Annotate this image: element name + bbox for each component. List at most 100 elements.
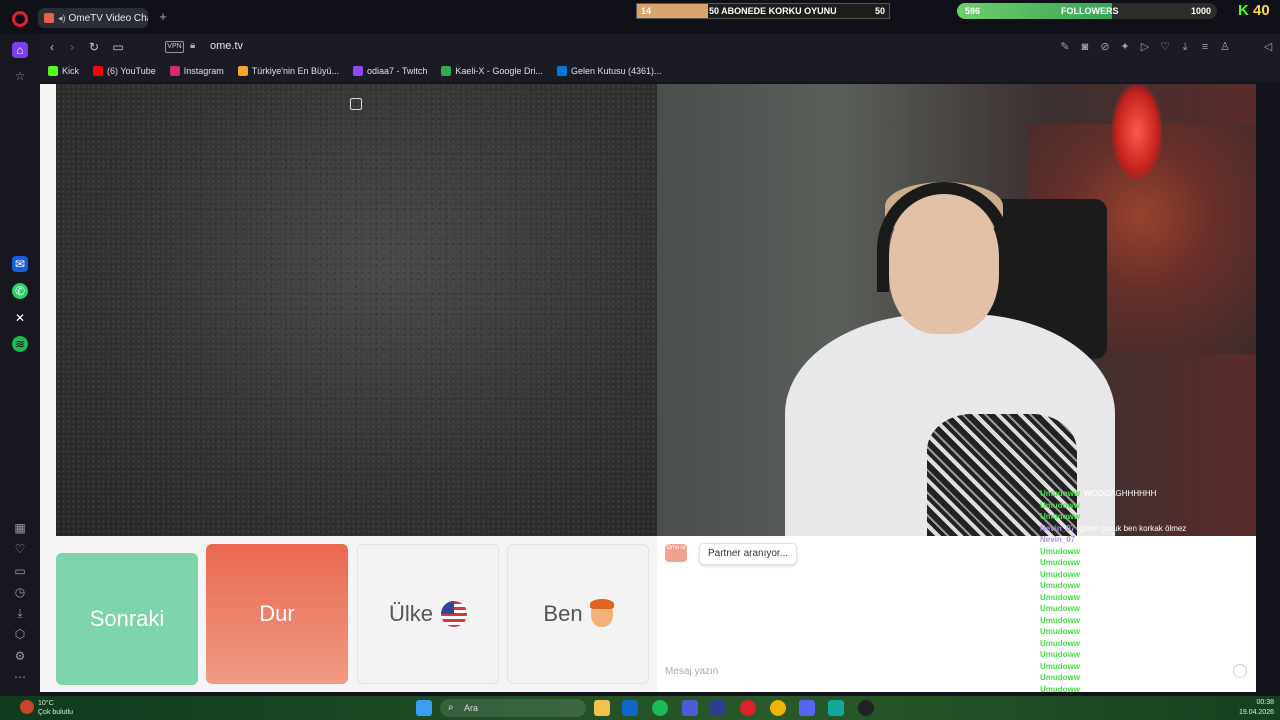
apps-grid-icon[interactable]: ▦ [12, 520, 28, 536]
chat-username: Umudoww [1040, 489, 1080, 498]
star-icon[interactable]: ☆ [12, 68, 28, 84]
message-input[interactable]: Mesaj yazın [665, 666, 718, 677]
adblock-icon[interactable]: ⊘ [1098, 40, 1112, 54]
app-icon[interactable] [682, 700, 698, 716]
menu-icon[interactable]: ≡ [1198, 40, 1212, 54]
back-arrow-icon[interactable]: ‹ [44, 39, 60, 55]
more-icon[interactable]: ⋯ [12, 669, 28, 685]
opera-taskbar-icon[interactable] [740, 700, 756, 716]
chat-username: Umudoww [1040, 604, 1080, 613]
messages-icon[interactable]: ▭ [12, 563, 28, 579]
chat-message: Umudoww İYİ Kİ SAĞIN OLSUN [1040, 569, 1256, 581]
whatsapp-icon[interactable]: ✆ [12, 283, 28, 299]
bookmark-item[interactable]: (6) YouTube [93, 66, 156, 76]
clock-time: 00:38 [1256, 699, 1274, 706]
app-icon[interactable] [828, 700, 844, 716]
bookmark-item[interactable]: Kick [48, 66, 79, 76]
chat-username: Nevin_07 [1040, 535, 1076, 544]
bookmark-favicon-icon [353, 66, 364, 76]
url-field[interactable]: ome.tv [210, 40, 243, 52]
clock-date: 19.04.2026 [1238, 709, 1274, 716]
bookmark-item[interactable]: Kaeli-X - Google Dri... [441, 66, 543, 76]
download-icon[interactable]: ⤓ [1178, 40, 1192, 54]
country-button[interactable]: Ülke [357, 544, 499, 684]
forward-arrow-icon[interactable]: › [64, 39, 80, 55]
subscriber-goal-bar: 14 50 ABONEDE KORKU OYUNU 50 [636, 3, 890, 19]
x-twitter-icon[interactable]: ✕ [12, 310, 28, 326]
extensions-icon[interactable]: ⬡ [12, 626, 28, 642]
bookmark-favicon-icon [441, 66, 452, 76]
chat-username: Nevin_07 [1040, 523, 1076, 533]
messenger-icon[interactable]: ✉ [12, 256, 28, 272]
new-tab-button[interactable]: + [156, 10, 170, 24]
chrome-icon[interactable] [770, 700, 786, 716]
lock-icon[interactable]: 🔒︎ [190, 40, 195, 51]
self-camera-video [657, 84, 1256, 536]
chat-username: Umudoww [1040, 627, 1080, 636]
store-icon[interactable] [622, 700, 638, 716]
taskbar-search[interactable]: Ara [440, 699, 586, 717]
ometv-favicon-icon [44, 13, 54, 23]
bookmark-favicon-icon [48, 66, 58, 76]
file-explorer-icon[interactable] [594, 700, 610, 716]
profile-icon[interactable]: ♙ [1218, 40, 1232, 54]
history-icon[interactable]: ◷ [12, 584, 28, 600]
boy-avatar-icon [589, 599, 614, 627]
obs-icon[interactable] [858, 700, 874, 716]
next-button[interactable]: Sonraki [56, 553, 198, 685]
chat-text: anlıyom [1084, 604, 1113, 613]
downloads-icon[interactable]: ⤓ [12, 605, 28, 621]
edit-icon[interactable]: ✎ [1058, 40, 1072, 54]
extension-icon[interactable]: ✦ [1118, 40, 1132, 54]
chat-message: Umudoww [1040, 661, 1256, 673]
spotify-taskbar-icon[interactable] [652, 700, 668, 716]
picture-in-picture-icon[interactable] [350, 98, 362, 110]
speaker-icon[interactable]: ◂) [58, 13, 66, 24]
home-icon[interactable]: ⌂ [12, 42, 28, 58]
bookmark-label: (6) YouTube [107, 66, 156, 76]
chat-text: WOOOAGHHHHHH [1084, 489, 1157, 498]
opera-logo-icon[interactable] [12, 11, 28, 27]
chat-message: Umudoww BENDE AYNI ŞEKİLDE [1040, 580, 1256, 592]
spotify-icon[interactable]: ≋ [12, 336, 28, 352]
tab-snapshot-icon[interactable]: ▭ [110, 39, 126, 55]
bookmark-item[interactable]: odiaa7 - Twitch [353, 66, 427, 76]
weather-icon[interactable] [20, 700, 34, 714]
bookmark-label: Kick [62, 66, 80, 76]
chat-message: Umudoww yok uyumam uyumam [1040, 638, 1256, 650]
video-static [56, 84, 657, 536]
chat-text: hoşgeldim [1079, 535, 1116, 544]
followers-title: FOLLOWERS [1061, 6, 1119, 16]
bookmark-item[interactable]: Türkiye'nin En Büyü... [237, 66, 339, 76]
chat-message: Nevin_07 hoşgeldim [1040, 534, 1256, 546]
play-icon[interactable]: ▷ [1138, 40, 1152, 54]
chat-message: Umudoww ülkede olan korkunç şeyler olmaya… [1040, 672, 1256, 684]
settings-gear-icon[interactable]: ⚙ [12, 648, 28, 664]
start-windows-icon[interactable] [416, 700, 432, 716]
chat-text: belli olmaz [1084, 627, 1122, 636]
weather-widget[interactable]: 10°C Çok bulutlu [38, 699, 73, 717]
chat-message: Umudoww belli olmaz [1040, 626, 1256, 638]
camera-icon[interactable]: ◙ [1078, 40, 1092, 54]
address-bar: ‹ › ↻ ▭ VPN 🔒︎ ome.tv ✎ ◙ ⊘ ✦ ▷ ♡ ⤓ ≡ ♙ … [40, 34, 1280, 60]
discord-icon[interactable] [799, 700, 815, 716]
bookmark-item[interactable]: Instagram [169, 66, 224, 76]
reload-icon[interactable]: ↻ [86, 39, 102, 55]
system-clock[interactable]: 00:38 19.04.2026 [1232, 698, 1274, 718]
chat-username: Umudoww [1040, 500, 1080, 510]
app-icon[interactable] [710, 700, 726, 716]
bookmark-item[interactable]: Gelen Kutusu (4361)... [556, 66, 662, 76]
ai-icon[interactable]: ◁ [1258, 40, 1278, 54]
heart-icon[interactable]: ♡ [12, 541, 28, 557]
windows-taskbar: 10°C Çok bulutlu Ara ⌕ 00:38 19.04.2026 [0, 696, 1280, 720]
stop-button[interactable]: Dur [206, 544, 348, 684]
bookmark-favicon-icon [556, 66, 567, 76]
tab-bar: ◂) OmeTV Video Chat — + 14 50 ABONEDE KO… [0, 0, 1280, 34]
me-button[interactable]: Ben [507, 544, 649, 684]
chat-username: Umudoww [1040, 512, 1080, 521]
heart-icon[interactable]: ♡ [1158, 40, 1172, 54]
tab-ometv[interactable]: ◂) OmeTV Video Chat — [38, 8, 148, 28]
vpn-badge[interactable]: VPN [165, 41, 184, 53]
bookmark-label: Kaeli-X - Google Dri... [455, 66, 543, 76]
chat-message: Nevin_07 güzel çocuk ben korkak ölmez [1040, 523, 1256, 535]
